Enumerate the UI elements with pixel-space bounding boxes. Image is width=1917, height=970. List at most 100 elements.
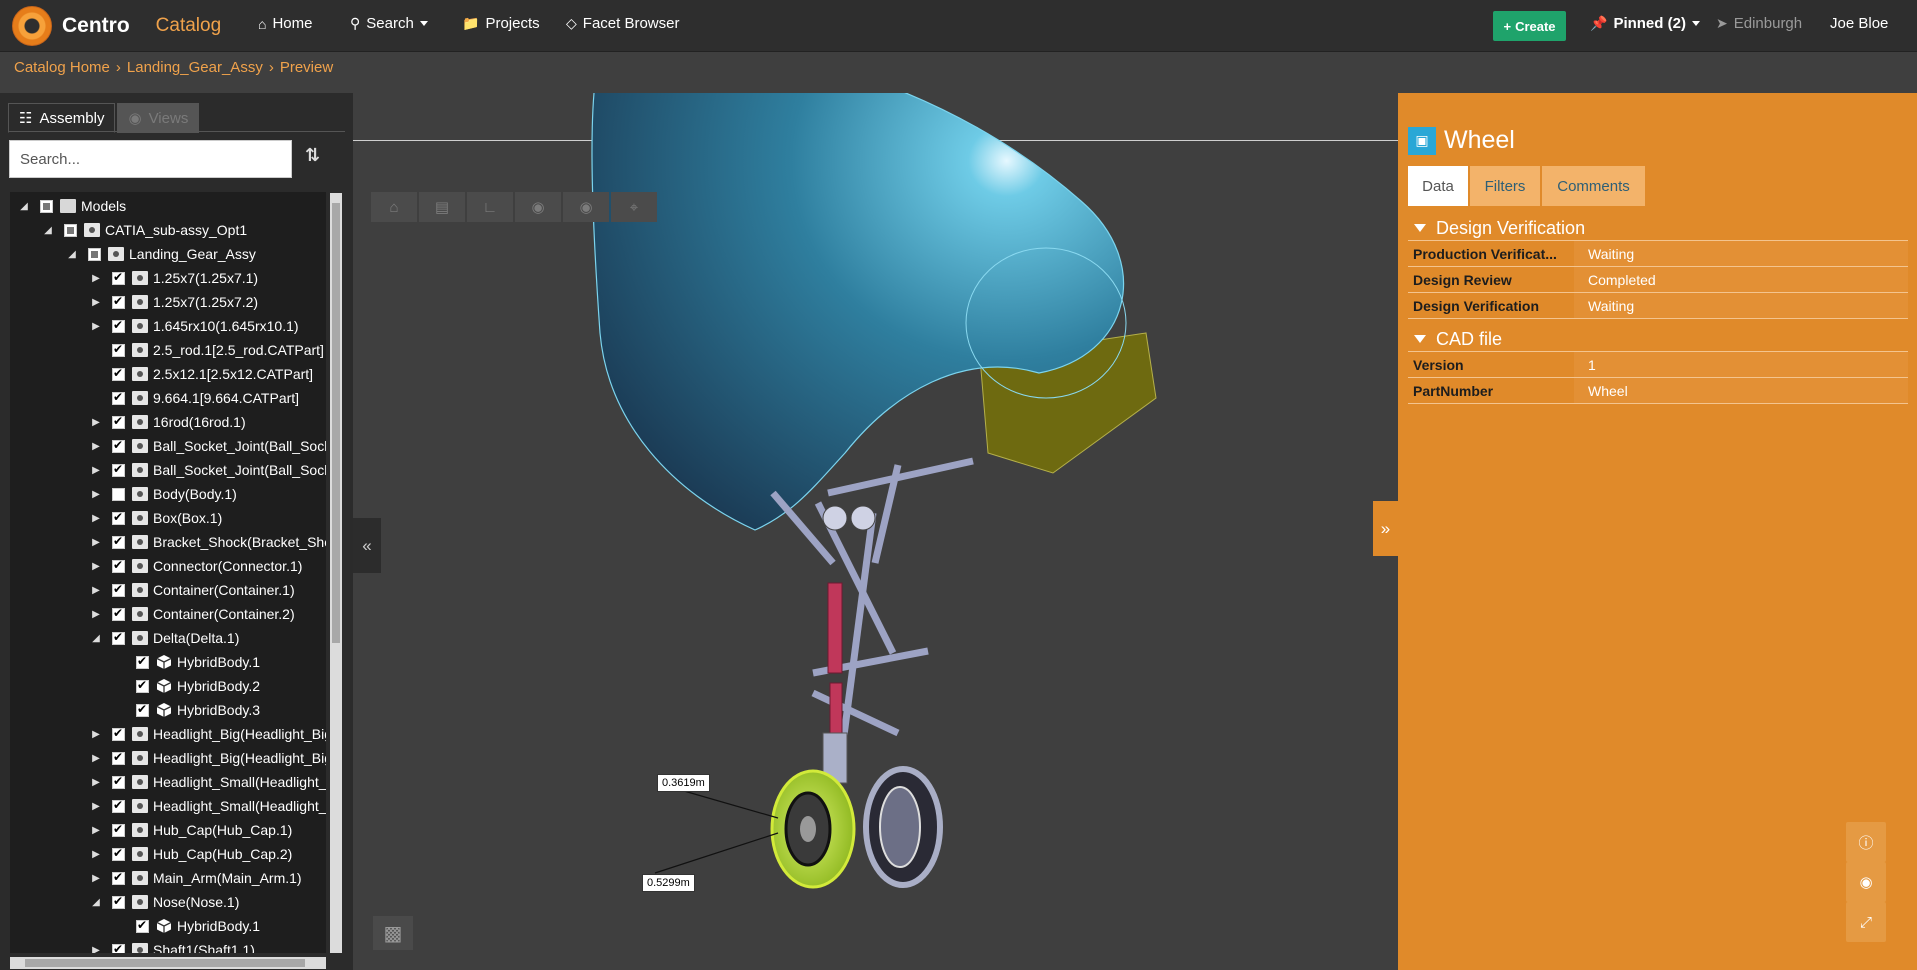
tab-comments[interactable]: Comments: [1542, 166, 1645, 206]
breadcrumb-preview[interactable]: Preview: [280, 59, 333, 76]
nav-facet-browser[interactable]: ◇ Facet Browser: [566, 15, 679, 32]
tree-node[interactable]: 9.664.1[9.664.CATPart]: [90, 386, 299, 410]
expand-triangle-icon[interactable]: ▶: [90, 752, 102, 764]
visibility-checkbox[interactable]: [112, 894, 125, 909]
collapse-triangle-icon[interactable]: ◢: [42, 224, 54, 236]
scrollbar-thumb[interactable]: [332, 203, 340, 643]
visibility-checkbox[interactable]: [112, 462, 125, 477]
visibility-checkbox[interactable]: [112, 726, 125, 741]
tree-node[interactable]: 2.5x12.1[2.5x12.CATPart]: [90, 362, 313, 386]
tab-data[interactable]: Data: [1408, 166, 1468, 206]
expand-triangle-icon[interactable]: ▶: [90, 512, 102, 524]
tree-node[interactable]: ▶ Headlight_Small(Headlight_Small.1): [90, 770, 326, 794]
tab-filters[interactable]: Filters: [1470, 166, 1540, 206]
expand-triangle-icon[interactable]: ▶: [90, 536, 102, 548]
expand-icon[interactable]: ⤢: [1846, 902, 1886, 942]
visibility-checkbox[interactable]: [112, 870, 125, 885]
visibility-checkbox[interactable]: [112, 510, 125, 525]
expand-triangle-icon[interactable]: ▶: [90, 800, 102, 812]
measurement-label[interactable]: 0.5299m: [642, 874, 695, 892]
visibility-checkbox[interactable]: [112, 342, 125, 357]
layers-icon[interactable]: ▤: [419, 192, 465, 222]
visibility-checkbox[interactable]: [112, 750, 125, 765]
tree-node[interactable]: ▶ 1.645rx10(1.645rx10.1): [90, 314, 298, 338]
breadcrumb-catalog-home[interactable]: Catalog Home: [14, 59, 110, 76]
user-menu[interactable]: Joe Bloe: [1830, 15, 1888, 32]
axes-icon[interactable]: ∟: [467, 192, 513, 222]
nav-home[interactable]: ⌂ Home: [258, 15, 312, 32]
visibility-checkbox[interactable]: [112, 846, 125, 861]
create-button[interactable]: + Create: [1493, 11, 1566, 41]
visibility-checkbox[interactable]: [112, 534, 125, 549]
tree-node[interactable]: ▶ Container(Container.1): [90, 578, 295, 602]
home-icon[interactable]: ⌂: [371, 192, 417, 222]
tree-node[interactable]: ▶ 1.25x7(1.25x7.2): [90, 290, 258, 314]
collapse-triangle-icon[interactable]: ◢: [90, 632, 102, 644]
visibility-checkbox[interactable]: [112, 774, 125, 789]
brand[interactable]: Centro Catalog: [12, 6, 221, 46]
tree-node[interactable]: ▶ Bracket_Shock(Bracket_Shock.1): [90, 530, 326, 554]
visibility-checkbox[interactable]: [112, 294, 125, 309]
hide-icon[interactable]: ◉: [1846, 862, 1886, 902]
section-design-verification[interactable]: Design Verification: [1408, 216, 1908, 241]
expand-triangle-icon[interactable]: ▶: [90, 848, 102, 860]
tree-node[interactable]: ▶ Shaft1(Shaft1.1): [90, 938, 255, 953]
tree-node[interactable]: ◢ Delta(Delta.1): [90, 626, 239, 650]
visibility-checkbox[interactable]: [112, 582, 125, 597]
model-viewer[interactable]: 0.3619m 0.5299m ⌂ ▤ ∟ ◉ ◉ ⌖ « » ▩: [353, 93, 1398, 970]
breadcrumb-assembly[interactable]: Landing_Gear_Assy: [127, 59, 263, 76]
nav-search[interactable]: ⚲ Search: [350, 15, 428, 32]
tree-node[interactable]: HybridBody.1: [114, 650, 260, 674]
nav-projects[interactable]: 📁 Projects: [462, 15, 540, 32]
visibility-checkbox[interactable]: [136, 654, 149, 669]
tree-node[interactable]: ▶ Headlight_Big(Headlight_Big.2): [90, 746, 326, 770]
visibility-checkbox[interactable]: [112, 558, 125, 573]
tree-node[interactable]: ▶ 16rod(16rod.1): [90, 410, 245, 434]
scrollbar-thumb[interactable]: [25, 959, 305, 967]
tree-node[interactable]: ▶ Ball_Socket_Joint(Ball_Socket_Joint.2): [90, 458, 326, 482]
tree-node[interactable]: ▶ Container(Container.2): [90, 602, 295, 626]
share-icon[interactable]: ⌖: [611, 192, 657, 222]
tree-horizontal-scrollbar[interactable]: [10, 957, 326, 969]
expand-triangle-icon[interactable]: ▶: [90, 776, 102, 788]
expand-triangle-icon[interactable]: ▶: [90, 728, 102, 740]
tree-node[interactable]: ▶ Headlight_Small(Headlight_Small.2): [90, 794, 326, 818]
expand-triangle-icon[interactable]: ▶: [90, 320, 102, 332]
expand-triangle-icon[interactable]: ▶: [90, 944, 102, 954]
collapse-triangle-icon[interactable]: ◢: [66, 248, 78, 260]
expand-triangle-icon[interactable]: ▶: [90, 872, 102, 884]
tree-node[interactable]: ◢ Models: [18, 194, 126, 218]
collapse-triangle-icon[interactable]: ◢: [18, 200, 30, 212]
landing-gear-model[interactable]: [353, 93, 1398, 970]
visibility-checkbox[interactable]: [112, 270, 125, 285]
visibility-checkbox[interactable]: [112, 414, 125, 429]
tree-vertical-scrollbar[interactable]: [330, 193, 342, 953]
visibility-checkbox[interactable]: [136, 678, 149, 693]
visibility-checkbox[interactable]: [136, 702, 149, 717]
tree-search-input[interactable]: [9, 140, 292, 178]
section-name[interactable]: Catalog: [156, 15, 222, 37]
expand-triangle-icon[interactable]: ▶: [90, 560, 102, 572]
expand-triangle-icon[interactable]: ▶: [90, 608, 102, 620]
collapse-right-panel-button[interactable]: »: [1373, 501, 1398, 556]
tree-node[interactable]: HybridBody.1: [114, 914, 260, 938]
tree-node[interactable]: ▶ Hub_Cap(Hub_Cap.1): [90, 818, 292, 842]
tree-node[interactable]: HybridBody.2: [114, 674, 260, 698]
tree-node[interactable]: ▶ 1.25x7(1.25x7.1): [90, 266, 258, 290]
visibility-checkbox[interactable]: [112, 438, 125, 453]
collapse-triangle-icon[interactable]: ◢: [90, 896, 102, 908]
expand-triangle-icon[interactable]: ▶: [90, 272, 102, 284]
expand-triangle-icon[interactable]: ▶: [90, 296, 102, 308]
visibility-checkbox[interactable]: [112, 630, 125, 645]
tree-node[interactable]: ▶ Box(Box.1): [90, 506, 222, 530]
info-icon[interactable]: ⓘ: [1846, 822, 1886, 862]
section-cad-file[interactable]: CAD file: [1408, 327, 1908, 352]
tree-node[interactable]: ▶ Main_Arm(Main_Arm.1): [90, 866, 301, 890]
tree-node[interactable]: ▶ Ball_Socket_Joint(Ball_Socket_Joint.1): [90, 434, 326, 458]
tree-node[interactable]: ◢ CATIA_sub-assy_Opt1: [42, 218, 247, 242]
collapse-left-panel-button[interactable]: «: [353, 518, 381, 573]
location-link[interactable]: ➤ Edinburgh: [1716, 15, 1802, 32]
visibility-checkbox[interactable]: [112, 487, 125, 501]
expand-triangle-icon[interactable]: ▶: [90, 440, 102, 452]
expand-triangle-icon[interactable]: ▶: [90, 824, 102, 836]
